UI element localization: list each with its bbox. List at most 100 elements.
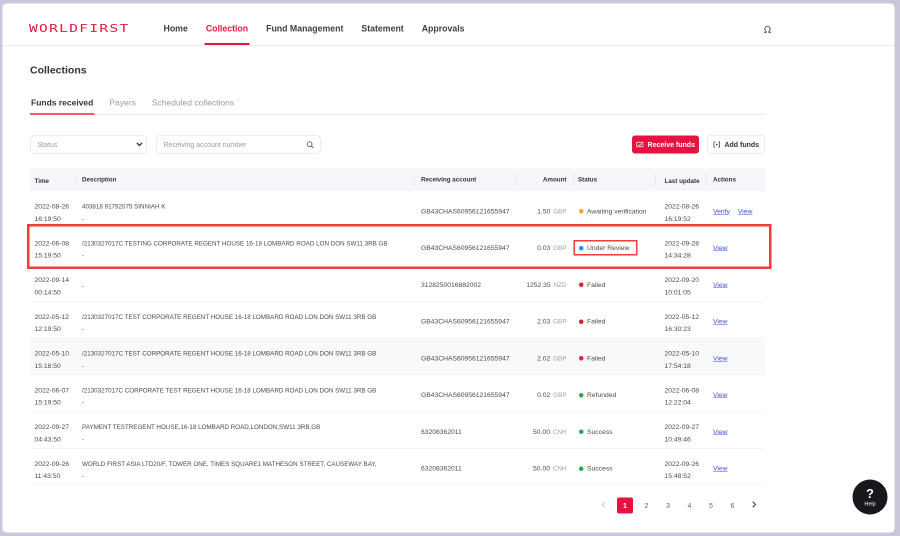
- last-update-clock: 10:49:46: [665, 433, 707, 445]
- view-link[interactable]: View: [713, 389, 728, 401]
- pagination-next-button[interactable]: [746, 497, 762, 515]
- table-row[interactable]: 2022-08-26 16:19:50 403818 91792075 SINN…: [30, 191, 765, 228]
- pagination-page-6[interactable]: 6: [725, 497, 741, 513]
- tab-scheduled-collections[interactable]: Scheduled collections: [151, 98, 235, 115]
- last-update-date: 2022-05-10: [665, 348, 707, 360]
- receiving-account-search-input[interactable]: Receiving account number: [156, 136, 321, 154]
- status-select-placeholder: Status: [38, 141, 137, 149]
- search-placeholder: Receiving account number: [164, 141, 307, 149]
- view-link[interactable]: View: [713, 242, 728, 254]
- app-window: WORLDFIRST Home Collection Fund Manageme…: [3, 4, 895, 533]
- table-row[interactable]: 2022-05-12 12:19:50 /2130327017C TEST CO…: [30, 301, 765, 338]
- status-label: Refunded: [587, 389, 616, 401]
- cell-status: Awaiting verification: [573, 201, 655, 218]
- pagination-prev-button[interactable]: [596, 497, 612, 515]
- view-link[interactable]: View: [738, 205, 753, 217]
- nav-item-collection[interactable]: Collection: [204, 13, 249, 46]
- cell-receiving-account: 3128250016882002: [414, 274, 516, 291]
- amount-value: 50.00: [533, 426, 550, 438]
- nav-item-fund-management[interactable]: Fund Management: [265, 13, 345, 46]
- status-label: Success: [587, 463, 613, 475]
- cell-actions: View: [706, 311, 765, 328]
- pagination-page-2[interactable]: 2: [639, 497, 655, 513]
- col-header-last-update: Last update: [655, 178, 706, 185]
- pagination-page-1[interactable]: 1: [617, 497, 633, 513]
- worldfirst-logo[interactable]: WORLDFIRST: [29, 23, 129, 36]
- last-update-clock: 10:01:05: [665, 286, 707, 298]
- main-content: Collections Funds received Payers Schedu…: [3, 63, 766, 514]
- help-button[interactable]: ? Help: [853, 480, 888, 515]
- description-line2: -: [82, 250, 414, 262]
- table-row[interactable]: 2022-05-10 15:18:50 /2130327017C TEST CO…: [30, 338, 765, 375]
- tab-payers[interactable]: Payers: [108, 98, 136, 115]
- time-date: 2022-06-07: [35, 384, 76, 396]
- description-line1: PAYMENT TESTREGENT HOUSE,16-18 LOMBARD R…: [82, 421, 414, 433]
- cell-actions: View: [706, 421, 765, 438]
- view-link[interactable]: View: [713, 426, 728, 438]
- time-clock: 04:43:50: [35, 433, 76, 445]
- table-row[interactable]: 2022-06-08 15:19:50 /2130327017C TESTING…: [30, 228, 765, 265]
- amount-value: 1.50: [537, 205, 550, 217]
- user-account-icon[interactable]: [763, 24, 773, 34]
- time-date: 2022-08-26: [35, 201, 76, 213]
- cell-amount: 2.02 GBP: [516, 348, 573, 365]
- table-row[interactable]: 2022-09-26 11:43:50 WORLD FIRST ASIA LTD…: [30, 448, 765, 485]
- view-link[interactable]: View: [713, 463, 728, 475]
- amount-value: 2.02: [537, 352, 550, 364]
- nav-item-home[interactable]: Home: [162, 13, 189, 46]
- table-row[interactable]: 2022-06-07 15:19:50 /2130327017C CORPORA…: [30, 375, 765, 412]
- time-date: 2022-05-10: [35, 348, 76, 360]
- chevron-left-icon: [600, 501, 607, 508]
- amount-value: 0.02: [537, 389, 550, 401]
- nav-item-statement[interactable]: Statement: [360, 13, 405, 46]
- pagination-page-3[interactable]: 3: [660, 497, 676, 513]
- cell-amount: 0.02 GBP: [516, 385, 573, 402]
- status-label: Awaiting verification: [587, 205, 647, 217]
- worldfirst-logo-text: WORLDFIRST: [29, 23, 130, 36]
- table-row[interactable]: 2022-09-14 00:14:50 - 3128250016882002 1…: [30, 265, 765, 302]
- currency-label: NZD: [554, 279, 567, 291]
- cell-amount: 1.50 GBP: [516, 201, 573, 218]
- time-clock: 11:43:50: [35, 470, 76, 482]
- cell-last-update: 2022-06-08 12:22:04: [655, 380, 706, 409]
- last-update-date: 2022-06-08: [665, 384, 707, 396]
- cell-description: /2130327017C TESTING CORPORATE REGENT HO…: [75, 233, 414, 262]
- col-header-actions: Actions: [706, 176, 765, 183]
- top-header: WORLDFIRST Home Collection Fund Manageme…: [3, 4, 895, 47]
- col-header-description: Description: [75, 176, 414, 183]
- status-dot: [579, 393, 584, 398]
- cell-time: 2022-05-10 15:18:50: [30, 343, 75, 372]
- cell-amount: 1252.35 NZD: [516, 274, 573, 291]
- last-update-date: 2022-09-26: [665, 458, 707, 470]
- cell-description: PAYMENT TESTREGENT HOUSE,16-18 LOMBARD R…: [75, 417, 414, 446]
- status-select[interactable]: Status: [30, 136, 147, 154]
- cell-receiving-account: 63208362011: [414, 458, 516, 475]
- cell-last-update: 2022-09-26 15:48:52: [655, 453, 706, 482]
- description-line2: -: [82, 323, 414, 335]
- cell-status: Failed: [573, 348, 655, 365]
- nav-item-approvals[interactable]: Approvals: [420, 13, 466, 46]
- pagination-page-5[interactable]: 5: [703, 497, 719, 513]
- cell-status: Refunded: [573, 385, 655, 402]
- view-link[interactable]: View: [713, 316, 728, 328]
- cell-receiving-account: GB43CHAS60956121655947: [414, 201, 516, 218]
- tab-funds-received[interactable]: Funds received: [30, 98, 94, 115]
- receive-funds-button[interactable]: Receive funds: [632, 136, 699, 154]
- status-dot: [579, 466, 584, 471]
- question-mark-icon: ?: [866, 487, 874, 500]
- last-update-clock: 15:48:52: [665, 470, 707, 482]
- table-row[interactable]: 2022-09-27 04:43:50 PAYMENT TESTREGENT H…: [30, 412, 765, 449]
- view-link[interactable]: View: [713, 279, 728, 291]
- description-line2: -: [82, 397, 414, 409]
- view-link[interactable]: View: [713, 352, 728, 364]
- verify-link[interactable]: Verify: [713, 205, 730, 217]
- last-update-date: 2022-09-27: [665, 421, 707, 433]
- time-clock: 15:18:50: [35, 360, 76, 372]
- currency-label: GBP: [553, 205, 566, 217]
- cell-amount: 50.00 CNH: [516, 421, 573, 438]
- add-funds-button[interactable]: Add funds: [707, 136, 765, 154]
- amount-value: 50.00: [533, 463, 550, 475]
- description-line2: -: [82, 360, 414, 372]
- description-line1: /2130327017C CORPORATE TEST REGENT HOUSE…: [82, 384, 414, 396]
- pagination-page-4[interactable]: 4: [682, 497, 698, 513]
